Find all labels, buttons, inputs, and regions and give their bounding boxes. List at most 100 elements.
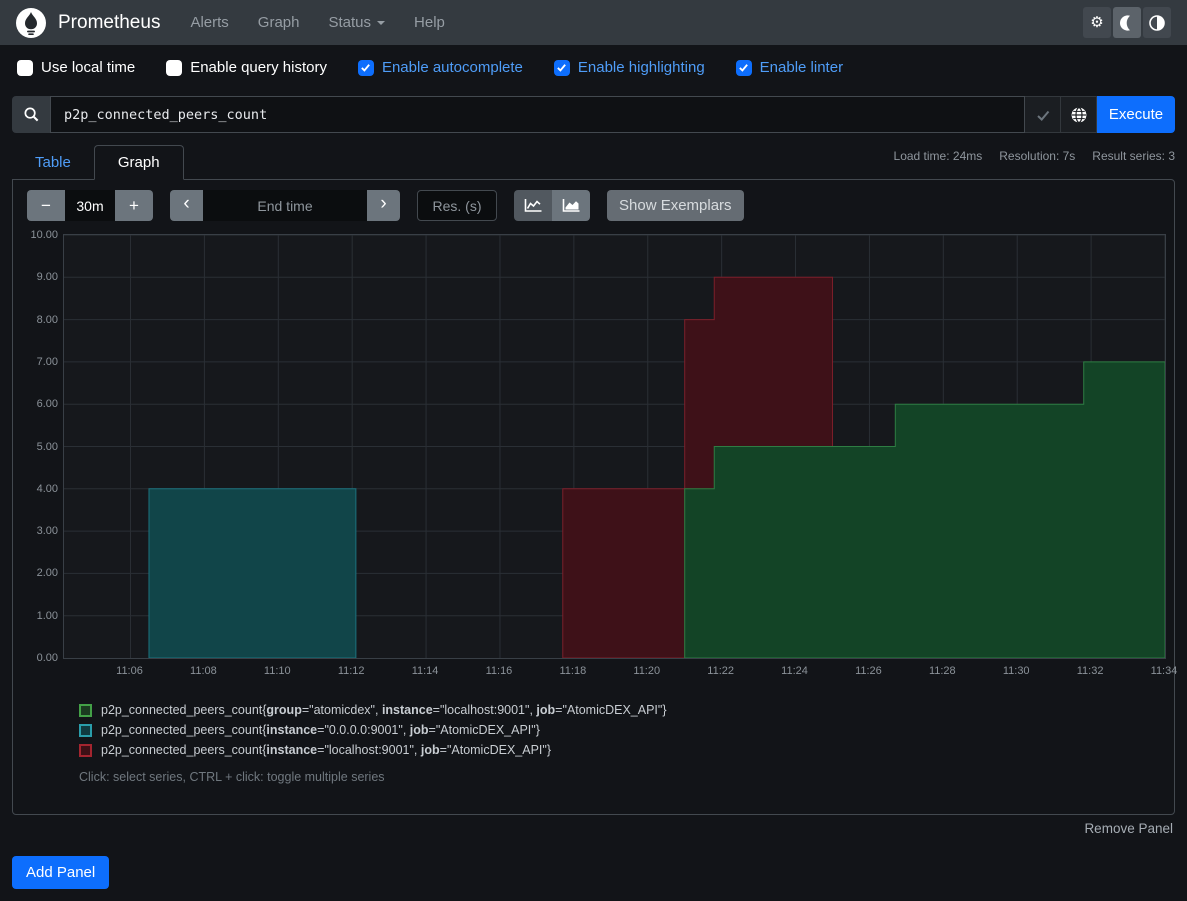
contrast-icon xyxy=(1148,14,1166,32)
add-panel-button[interactable]: Add Panel xyxy=(12,856,109,889)
auto-theme-button[interactable] xyxy=(1143,7,1171,38)
resolution: Resolution: 7s xyxy=(999,149,1075,163)
x-tick-label: 11:16 xyxy=(486,665,513,677)
stacked-area-icon xyxy=(562,198,581,213)
legend-series-name: p2p_connected_peers_count{group="atomicd… xyxy=(101,703,667,717)
execute-button[interactable]: Execute xyxy=(1097,96,1175,133)
range-group: − + xyxy=(27,190,153,221)
y-tick-label: 10.00 xyxy=(30,229,58,241)
search-icon xyxy=(23,106,40,123)
legend-series-name: p2p_connected_peers_count{instance="0.0.… xyxy=(101,723,540,737)
line-chart-icon xyxy=(524,198,543,213)
checkbox-label: Enable query history xyxy=(190,59,327,76)
legend-row[interactable]: p2p_connected_peers_count{instance="loca… xyxy=(79,743,1166,757)
x-tick-label: 11:26 xyxy=(855,665,882,677)
settings-gear-button[interactable]: ⚙ xyxy=(1083,7,1111,38)
query-input[interactable] xyxy=(50,96,1025,133)
time-back-button[interactable]: ‹ xyxy=(170,190,203,221)
checkbox-label: Use local time xyxy=(41,59,135,76)
moon-icon xyxy=(1118,14,1136,32)
graph-panel: − + ‹ › Show Exemplars xyxy=(12,179,1175,815)
range-input[interactable] xyxy=(65,190,115,221)
checkbox-enable-query-history[interactable]: Enable query history xyxy=(166,59,327,76)
stacked-chart-toggle-button[interactable] xyxy=(552,190,590,221)
nav-item-alerts[interactable]: Alerts xyxy=(190,14,228,31)
gear-icon: ⚙ xyxy=(1090,15,1103,30)
y-tick-label: 7.00 xyxy=(37,356,58,368)
x-tick-label: 11:20 xyxy=(633,665,660,677)
checkmark-icon xyxy=(1035,107,1051,123)
plot-area[interactable] xyxy=(63,234,1166,659)
nav-items: Alerts Graph Status Help xyxy=(190,14,473,31)
result-series: Result series: 3 xyxy=(1092,149,1175,163)
legend-hint: Click: select series, CTRL + click: togg… xyxy=(79,770,1166,784)
checked-checkbox[interactable] xyxy=(358,60,374,76)
load-time: Load time: 24ms xyxy=(894,149,983,163)
time-forward-button[interactable]: › xyxy=(367,190,400,221)
checkbox-use-local-time[interactable]: Use local time xyxy=(17,59,135,76)
query-valid-button[interactable] xyxy=(1025,96,1061,133)
x-tick-label: 11:12 xyxy=(338,665,365,677)
nav-item-help[interactable]: Help xyxy=(414,14,445,31)
range-increase-button[interactable]: + xyxy=(115,190,153,221)
unchecked-checkbox[interactable] xyxy=(166,60,182,76)
legend-row[interactable]: p2p_connected_peers_count{group="atomicd… xyxy=(79,703,1166,717)
checkbox-enable-autocomplete[interactable]: Enable autocomplete xyxy=(358,59,523,76)
unchecked-checkbox[interactable] xyxy=(17,60,33,76)
checkbox-label: Enable autocomplete xyxy=(382,59,523,76)
y-tick-label: 4.00 xyxy=(37,483,58,495)
x-tick-label: 11:32 xyxy=(1077,665,1104,677)
query-stats: Load time: 24ms Resolution: 7s Result se… xyxy=(894,149,1175,163)
legend-row[interactable]: p2p_connected_peers_count{instance="0.0.… xyxy=(79,723,1166,737)
legend-swatch xyxy=(79,704,92,717)
y-tick-label: 8.00 xyxy=(37,314,58,326)
chart-type-group xyxy=(514,190,590,221)
chart: 0.001.002.003.004.005.006.007.008.009.00… xyxy=(21,234,1166,681)
remove-panel-link[interactable]: Remove Panel xyxy=(1084,821,1173,836)
tab-graph[interactable]: Graph xyxy=(94,145,184,180)
resolution-input[interactable] xyxy=(417,190,497,221)
checked-checkbox[interactable] xyxy=(554,60,570,76)
globe-icon xyxy=(1070,106,1088,124)
settings-row: Use local time Enable query history Enable… xyxy=(0,45,1187,88)
chevron-right-icon: › xyxy=(380,193,386,215)
legend-series-name: p2p_connected_peers_count{instance="loca… xyxy=(101,743,551,757)
range-decrease-button[interactable]: − xyxy=(27,190,65,221)
graph-controls: − + ‹ › Show Exemplars xyxy=(27,190,1166,221)
y-axis-labels: 0.001.002.003.004.005.006.007.008.009.00… xyxy=(21,234,63,659)
checked-checkbox[interactable] xyxy=(736,60,752,76)
y-tick-label: 3.00 xyxy=(37,525,58,537)
checkbox-label: Enable highlighting xyxy=(578,59,705,76)
nav-item-status[interactable]: Status xyxy=(329,14,386,31)
x-tick-label: 11:22 xyxy=(707,665,734,677)
legend-swatch xyxy=(79,724,92,737)
x-tick-label: 11:24 xyxy=(781,665,808,677)
nav-item-graph[interactable]: Graph xyxy=(258,14,300,31)
checkbox-enable-linter[interactable]: Enable linter xyxy=(736,59,843,76)
app-title: Prometheus xyxy=(58,12,160,34)
show-exemplars-button[interactable]: Show Exemplars xyxy=(607,190,744,221)
y-tick-label: 6.00 xyxy=(37,398,58,410)
tabs-row: Table Graph Load time: 24ms Resolution: … xyxy=(12,142,1175,179)
x-tick-label: 11:18 xyxy=(559,665,586,677)
x-tick-label: 11:14 xyxy=(412,665,439,677)
series-area[interactable] xyxy=(149,489,356,658)
dark-theme-button[interactable] xyxy=(1113,7,1141,38)
theme-buttons: ⚙ xyxy=(1083,7,1171,38)
chevron-left-icon: ‹ xyxy=(183,193,189,215)
tab-table[interactable]: Table xyxy=(12,146,94,179)
x-tick-label: 11:10 xyxy=(264,665,291,677)
end-time-input[interactable] xyxy=(203,190,367,221)
x-tick-label: 11:34 xyxy=(1151,665,1178,677)
y-tick-label: 9.00 xyxy=(37,271,58,283)
x-axis-labels: 11:0611:0811:1011:1211:1411:1611:1811:20… xyxy=(63,659,1166,681)
caret-down-icon xyxy=(377,21,385,25)
chart-svg xyxy=(64,235,1165,658)
checkbox-enable-highlighting[interactable]: Enable highlighting xyxy=(554,59,705,76)
y-tick-label: 0.00 xyxy=(37,652,58,664)
metrics-explorer-button[interactable] xyxy=(1061,96,1097,133)
prometheus-logo xyxy=(16,8,46,38)
endtime-group: ‹ › xyxy=(170,190,400,221)
line-chart-toggle-button[interactable] xyxy=(514,190,552,221)
x-tick-label: 11:06 xyxy=(116,665,143,677)
